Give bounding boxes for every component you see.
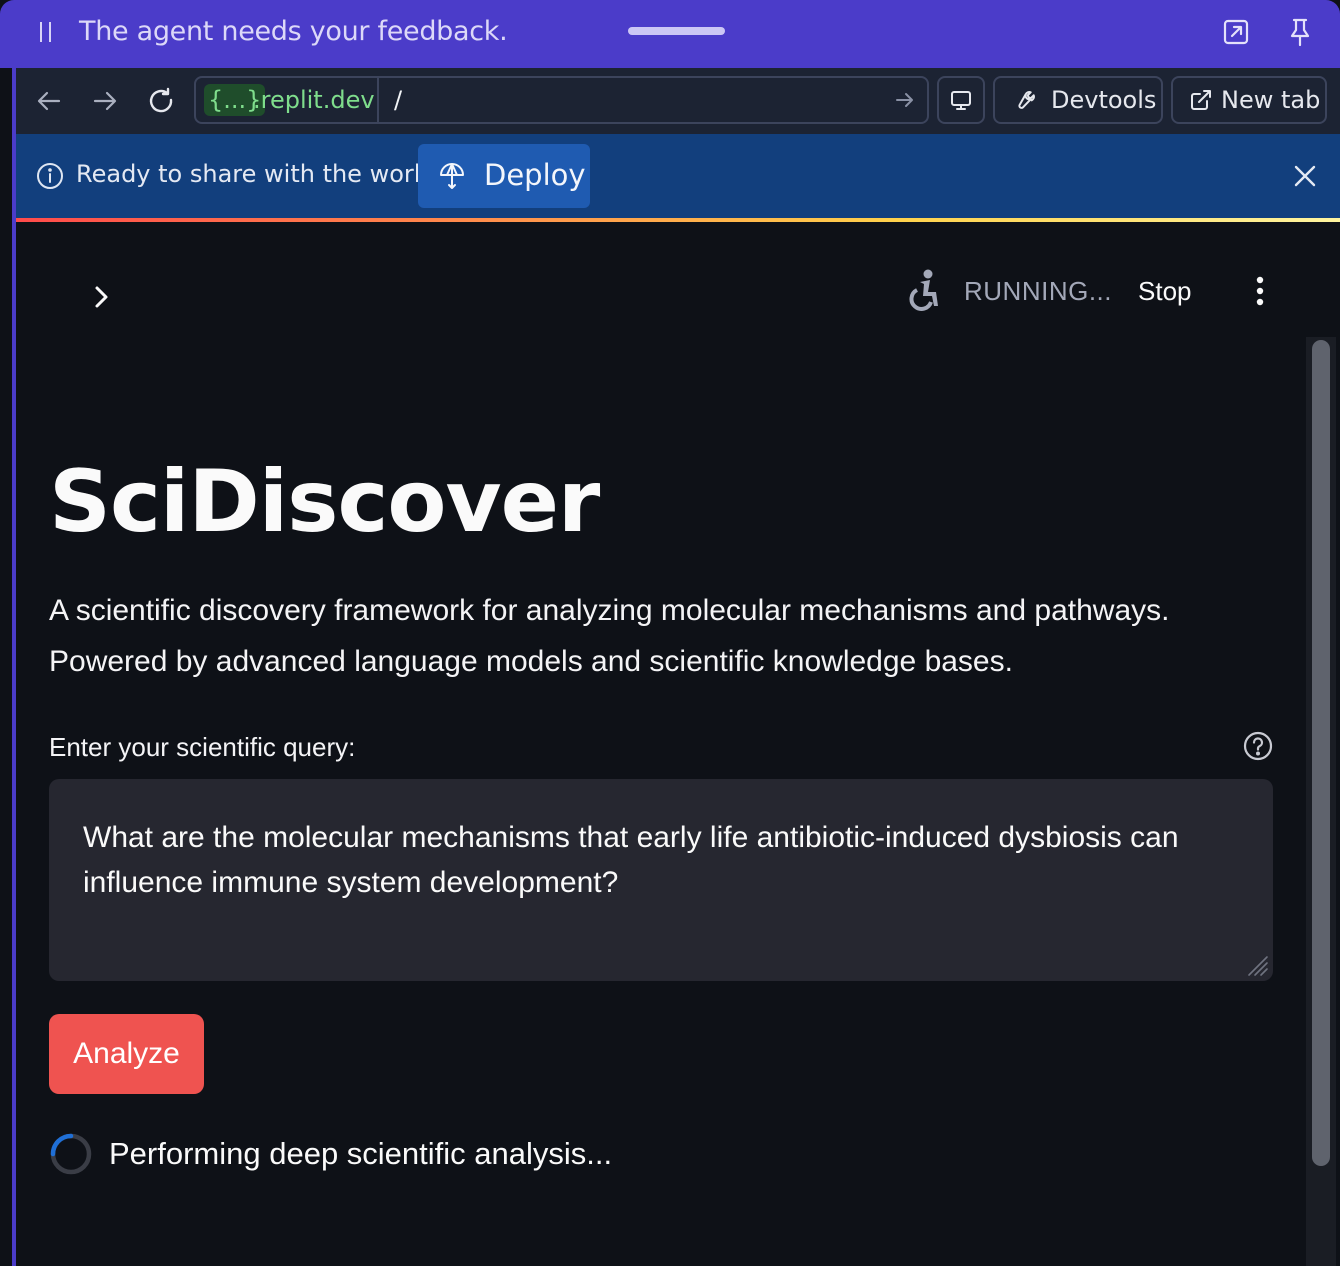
chevron-right-icon[interactable] (88, 284, 114, 310)
close-icon[interactable] (1292, 163, 1318, 189)
resize-grip-icon[interactable] (1243, 951, 1269, 977)
pause-handle-icon[interactable] (40, 22, 52, 42)
go-arrow-icon[interactable] (893, 88, 917, 112)
query-text[interactable]: What are the molecular mechanisms that e… (83, 815, 1233, 905)
url-divider (377, 78, 379, 122)
deploy-icon (440, 163, 464, 189)
drag-handle[interactable] (628, 27, 725, 35)
pin-icon[interactable] (1284, 16, 1316, 48)
page-title: SciDiscover (49, 452, 600, 552)
reload-icon[interactable] (146, 86, 176, 116)
banner-message: Ready to share with the world? (76, 160, 449, 188)
info-icon (36, 162, 64, 190)
devtools-button[interactable]: Devtools (993, 76, 1163, 124)
running-status: RUNNING... (964, 276, 1112, 306)
url-host: .replit.dev (253, 86, 375, 114)
wrench-icon (1018, 91, 1035, 109)
description-line-2: Powered by advanced language models and … (49, 645, 1013, 678)
analyze-button[interactable]: Analyze (49, 1014, 204, 1094)
scrollbar-thumb[interactable] (1312, 340, 1330, 1166)
external-link-icon (1191, 90, 1211, 110)
browser-toolbar: {...} .replit.dev / Devtools New tab (16, 68, 1340, 134)
agent-feedback-bar: The agent needs your feedback. (0, 0, 1340, 68)
query-textarea[interactable]: What are the molecular mechanisms that e… (49, 779, 1273, 981)
feedback-message: The agent needs your feedback. (79, 16, 508, 47)
deploy-button[interactable]: Deploy (418, 144, 590, 208)
loading-spinner-icon (49, 1132, 93, 1176)
new-tab-label: New tab (1221, 86, 1321, 114)
description-line-1: A scientific discovery framework for ana… (49, 594, 1170, 627)
more-menu-icon[interactable] (1246, 274, 1274, 308)
device-preview-button[interactable] (937, 76, 985, 124)
progress-status: Performing deep scientific analysis... (109, 1136, 613, 1171)
popout-icon[interactable] (1220, 16, 1252, 48)
new-tab-button[interactable]: New tab (1171, 76, 1327, 124)
query-label: Enter your scientific query: (49, 732, 356, 762)
back-arrow-icon[interactable] (34, 86, 64, 116)
deploy-banner: Ready to share with the world? Deploy (16, 134, 1340, 218)
help-icon[interactable] (1242, 730, 1274, 762)
url-field[interactable]: {...} .replit.dev / (194, 76, 929, 124)
forward-arrow-icon[interactable] (90, 86, 120, 116)
running-man-icon (904, 268, 944, 312)
app-main: RUNNING... Stop SciDiscover A scientific… (16, 222, 1340, 1266)
devtools-label: Devtools (1051, 86, 1157, 114)
monitor-icon (951, 91, 971, 110)
deploy-label: Deploy (484, 158, 586, 192)
url-path[interactable]: / (394, 84, 402, 116)
stop-button[interactable]: Stop (1138, 276, 1192, 307)
